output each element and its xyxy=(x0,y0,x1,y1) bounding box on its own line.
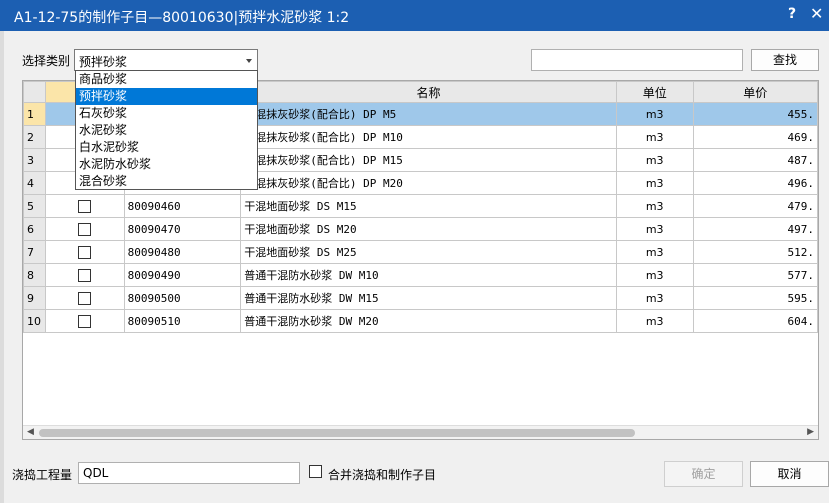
name-cell: 干混地面砂浆 DS M15 xyxy=(240,194,617,218)
row-select-cell[interactable] xyxy=(44,263,125,287)
table-row[interactable]: 6 80090470 干混地面砂浆 DS M20 m3 497. xyxy=(23,217,818,241)
unit-cell: m3 xyxy=(615,171,694,195)
price-cell: 512. xyxy=(692,240,818,264)
name-cell: 干混抹灰砂浆(配合比) DP M5 xyxy=(240,102,617,126)
code-cell: 80090460 xyxy=(123,194,242,218)
category-label: 选择类别 xyxy=(22,54,71,68)
unit-cell: m3 xyxy=(615,148,694,172)
merge-checkbox[interactable] xyxy=(309,465,322,478)
row-checkbox[interactable] xyxy=(78,291,92,305)
dropdown-option[interactable]: 石灰砂浆 xyxy=(76,105,257,122)
pour-quantity-label: 浇捣工程量 xyxy=(12,468,73,482)
table-row[interactable]: 7 80090480 干混地面砂浆 DS M25 m3 512. xyxy=(23,240,818,264)
price-cell: 496. xyxy=(692,171,818,195)
pour-quantity-value: QDL xyxy=(83,466,109,480)
category-select-value: 预拌砂浆 xyxy=(79,55,128,69)
name-cell: 普通干混防水砂浆 DW M10 xyxy=(240,263,617,287)
code-cell: 80090510 xyxy=(123,309,242,333)
scroll-right-icon[interactable]: ▶ xyxy=(807,427,814,437)
row-number: 3 xyxy=(23,148,46,172)
scrollbar-thumb[interactable] xyxy=(39,429,635,437)
row-checkbox[interactable] xyxy=(78,268,92,282)
code-cell: 80090500 xyxy=(123,286,242,310)
chevron-down-icon[interactable] xyxy=(246,59,252,63)
row-number: 5 xyxy=(23,194,46,218)
unit-cell: m3 xyxy=(615,240,694,264)
row-number: 1 xyxy=(23,102,46,126)
price-cell: 604. xyxy=(692,309,818,333)
row-select-cell[interactable] xyxy=(44,286,125,310)
name-cell: 干混抹灰砂浆(配合比) DP M15 xyxy=(240,148,617,172)
price-cell: 487. xyxy=(692,148,818,172)
unit-cell: m3 xyxy=(615,286,694,310)
unit-cell: m3 xyxy=(615,102,694,126)
column-header-unit[interactable]: 单位 xyxy=(615,81,694,103)
row-select-cell[interactable] xyxy=(44,194,125,218)
cancel-button[interactable]: 取消 xyxy=(750,461,829,487)
column-header-name[interactable]: 名称 xyxy=(240,81,617,103)
unit-cell: m3 xyxy=(615,194,694,218)
price-cell: 455. xyxy=(692,102,818,126)
row-checkbox[interactable] xyxy=(78,314,92,328)
name-cell: 干混抹灰砂浆(配合比) DP M10 xyxy=(240,125,617,149)
code-cell: 80090490 xyxy=(123,263,242,287)
row-checkbox[interactable] xyxy=(78,245,92,259)
dropdown-option[interactable]: 白水泥砂浆 xyxy=(76,139,257,156)
help-icon[interactable]: ? xyxy=(788,6,796,22)
name-cell: 干混地面砂浆 DS M25 xyxy=(240,240,617,264)
row-number: 9 xyxy=(23,286,46,310)
price-cell: 577. xyxy=(692,263,818,287)
ok-button[interactable]: 确定 xyxy=(664,461,743,487)
row-number: 7 xyxy=(23,240,46,264)
window-title: A1-12-75的制作子目—80010630|预拌水泥砂浆 1:2 xyxy=(14,10,350,26)
scroll-left-icon[interactable]: ◀ xyxy=(27,427,34,437)
dropdown-option[interactable]: 预拌砂浆 xyxy=(76,88,257,105)
unit-cell: m3 xyxy=(615,263,694,287)
category-select[interactable]: 预拌砂浆 xyxy=(74,49,258,71)
row-checkbox[interactable] xyxy=(78,199,92,213)
table-row[interactable]: 10 80090510 普通干混防水砂浆 DW M20 m3 604. xyxy=(23,309,818,333)
table-row[interactable]: 5 80090460 干混地面砂浆 DS M15 m3 479. xyxy=(23,194,818,218)
column-header-row-number xyxy=(23,81,46,103)
row-number: 2 xyxy=(23,125,46,149)
category-dropdown-list: 商品砂浆 预拌砂浆 石灰砂浆 水泥砂浆 白水泥砂浆 水泥防水砂浆 混合砂浆 xyxy=(75,70,258,190)
table-row[interactable]: 8 80090490 普通干混防水砂浆 DW M10 m3 577. xyxy=(23,263,818,287)
dropdown-option[interactable]: 水泥砂浆 xyxy=(76,122,257,139)
name-cell: 干混抹灰砂浆(配合比) DP M20 xyxy=(240,171,617,195)
unit-cell: m3 xyxy=(615,309,694,333)
name-cell: 普通干混防水砂浆 DW M20 xyxy=(240,309,617,333)
search-button[interactable]: 查找 xyxy=(751,49,819,71)
price-cell: 595. xyxy=(692,286,818,310)
unit-cell: m3 xyxy=(615,125,694,149)
pour-quantity-input[interactable]: QDL xyxy=(78,462,300,484)
code-cell: 80090470 xyxy=(123,217,242,241)
name-cell: 普通干混防水砂浆 DW M15 xyxy=(240,286,617,310)
background-window-edge xyxy=(0,31,4,503)
dropdown-option[interactable]: 混合砂浆 xyxy=(76,173,257,190)
close-icon[interactable]: ✕ xyxy=(810,4,823,23)
row-select-cell[interactable] xyxy=(44,309,125,333)
title-bar: A1-12-75的制作子目—80010630|预拌水泥砂浆 1:2 ? ✕ xyxy=(0,0,829,31)
horizontal-scrollbar[interactable]: ◀ ▶ xyxy=(23,425,818,439)
row-checkbox[interactable] xyxy=(78,222,92,236)
row-number: 10 xyxy=(23,309,46,333)
merge-checkbox-label[interactable]: 合并浇捣和制作子目 xyxy=(328,466,436,483)
code-cell: 80090480 xyxy=(123,240,242,264)
row-select-cell[interactable] xyxy=(44,217,125,241)
dropdown-option[interactable]: 商品砂浆 xyxy=(76,71,257,88)
row-number: 4 xyxy=(23,171,46,195)
name-cell: 干混地面砂浆 DS M20 xyxy=(240,217,617,241)
column-header-price[interactable]: 单价 xyxy=(692,81,818,103)
row-number: 8 xyxy=(23,263,46,287)
price-cell: 497. xyxy=(692,217,818,241)
dropdown-option[interactable]: 水泥防水砂浆 xyxy=(76,156,257,173)
price-cell: 479. xyxy=(692,194,818,218)
row-select-cell[interactable] xyxy=(44,240,125,264)
row-number: 6 xyxy=(23,217,46,241)
unit-cell: m3 xyxy=(615,217,694,241)
table-row[interactable]: 9 80090500 普通干混防水砂浆 DW M15 m3 595. xyxy=(23,286,818,310)
price-cell: 469. xyxy=(692,125,818,149)
search-input[interactable] xyxy=(531,49,743,71)
